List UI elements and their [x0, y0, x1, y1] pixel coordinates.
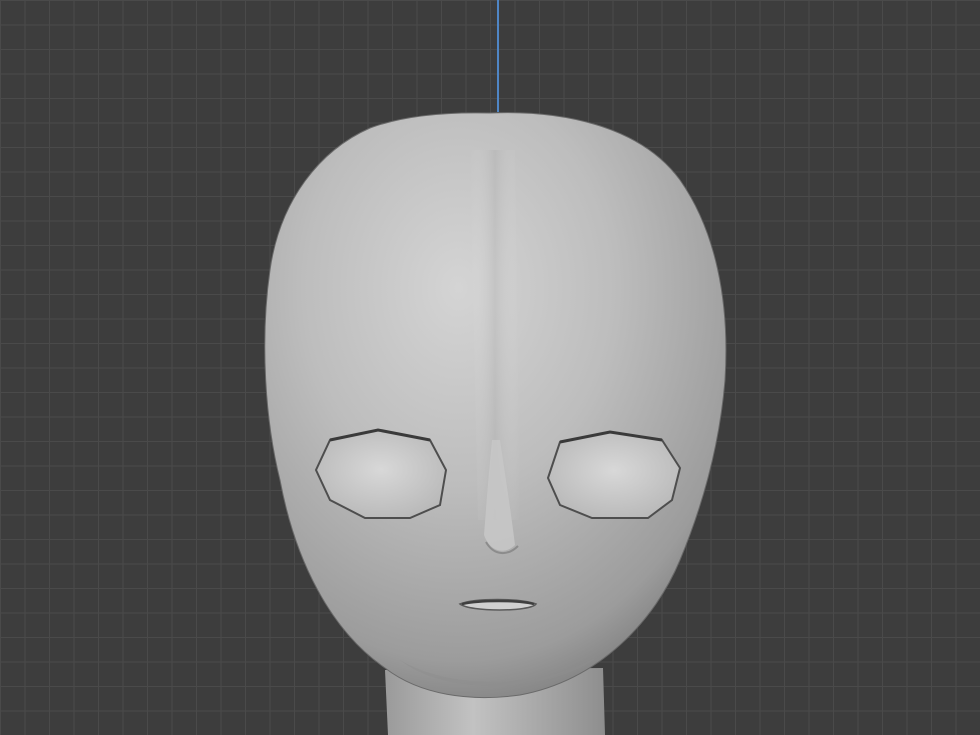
head-mesh-icon[interactable] [0, 0, 980, 735]
3d-viewport[interactable] [0, 0, 980, 735]
right-eye-socket [546, 430, 682, 519]
